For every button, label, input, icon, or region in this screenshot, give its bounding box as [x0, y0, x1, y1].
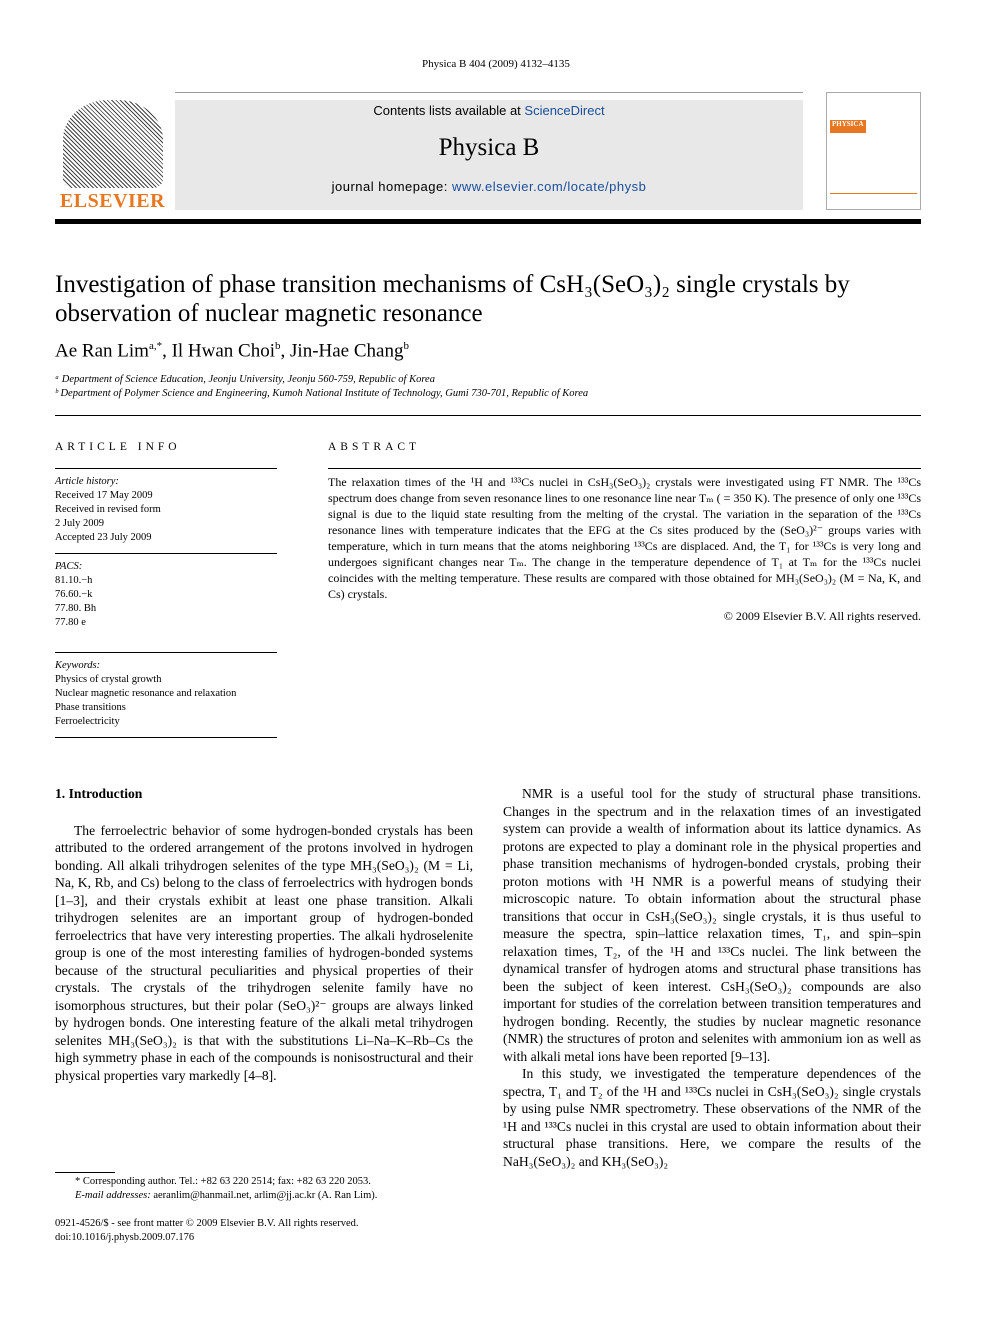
article-info-heading: ARTICLE INFO	[55, 441, 181, 453]
journal-banner: Contents lists available at ScienceDirec…	[175, 100, 803, 210]
homepage-link[interactable]: www.elsevier.com/locate/physb	[452, 179, 646, 194]
journal-cover-image: PHYSICA	[826, 92, 921, 210]
copyright: © 2009 Elsevier B.V. All rights reserved…	[723, 609, 921, 623]
article-info: Article history: Received 17 May 2009 Re…	[55, 468, 277, 738]
paragraph: In this study, we investigated the tempe…	[503, 1066, 921, 1169]
journal-title: Physica B	[438, 134, 540, 161]
journal-reference: Physica B 404 (2009) 4132–4135	[422, 58, 570, 70]
abstract-heading: ABSTRACT	[328, 441, 421, 453]
abstract-text: The relaxation times of the ¹H and ¹³³Cs…	[328, 475, 921, 601]
header-rule	[55, 219, 921, 224]
front-matter: 0921-4526/$ - see front matter © 2009 El…	[55, 1218, 359, 1245]
affiliations: ᵃ Department of Science Education, Jeonj…	[55, 374, 589, 399]
section-heading: 1. Introduction	[55, 786, 143, 801]
body-column-right: NMR is a useful tool for the study of st…	[503, 785, 921, 1170]
body-column-left: 1. Introduction The ferroelectric behavi…	[55, 785, 473, 1084]
article-title: Investigation of phase transition mechan…	[55, 271, 850, 327]
author-list: Ae Ran Lima,*, Il Hwan Choib, Jin-Hae Ch…	[55, 340, 409, 362]
paragraph: NMR is a useful tool for the study of st…	[503, 786, 921, 1064]
sciencedirect-link[interactable]: ScienceDirect	[524, 103, 604, 118]
author[interactable]: Ae Ran Lim	[55, 340, 149, 361]
footnote-rule	[55, 1172, 115, 1173]
tree-icon	[62, 100, 163, 188]
elsevier-logo: ELSEVIER	[55, 100, 170, 212]
abstract: The relaxation times of the ¹H and ¹³³Cs…	[328, 468, 921, 624]
author[interactable]: Jin-Hae Chang	[290, 340, 403, 361]
author[interactable]: Il Hwan Choi	[172, 340, 275, 361]
divider	[55, 415, 921, 416]
doi-link[interactable]: doi:10.1016/j.physb.2009.07.176	[55, 1231, 358, 1245]
paragraph: The ferroelectric behavior of some hydro…	[55, 822, 473, 1083]
footnotes: * Corresponding author. Tel.: +82 63 220…	[75, 1176, 378, 1201]
email-links[interactable]: aeranlim@hanmail.net, arlim@jj.ac.kr (A.…	[153, 1190, 377, 1201]
divider	[175, 92, 803, 93]
